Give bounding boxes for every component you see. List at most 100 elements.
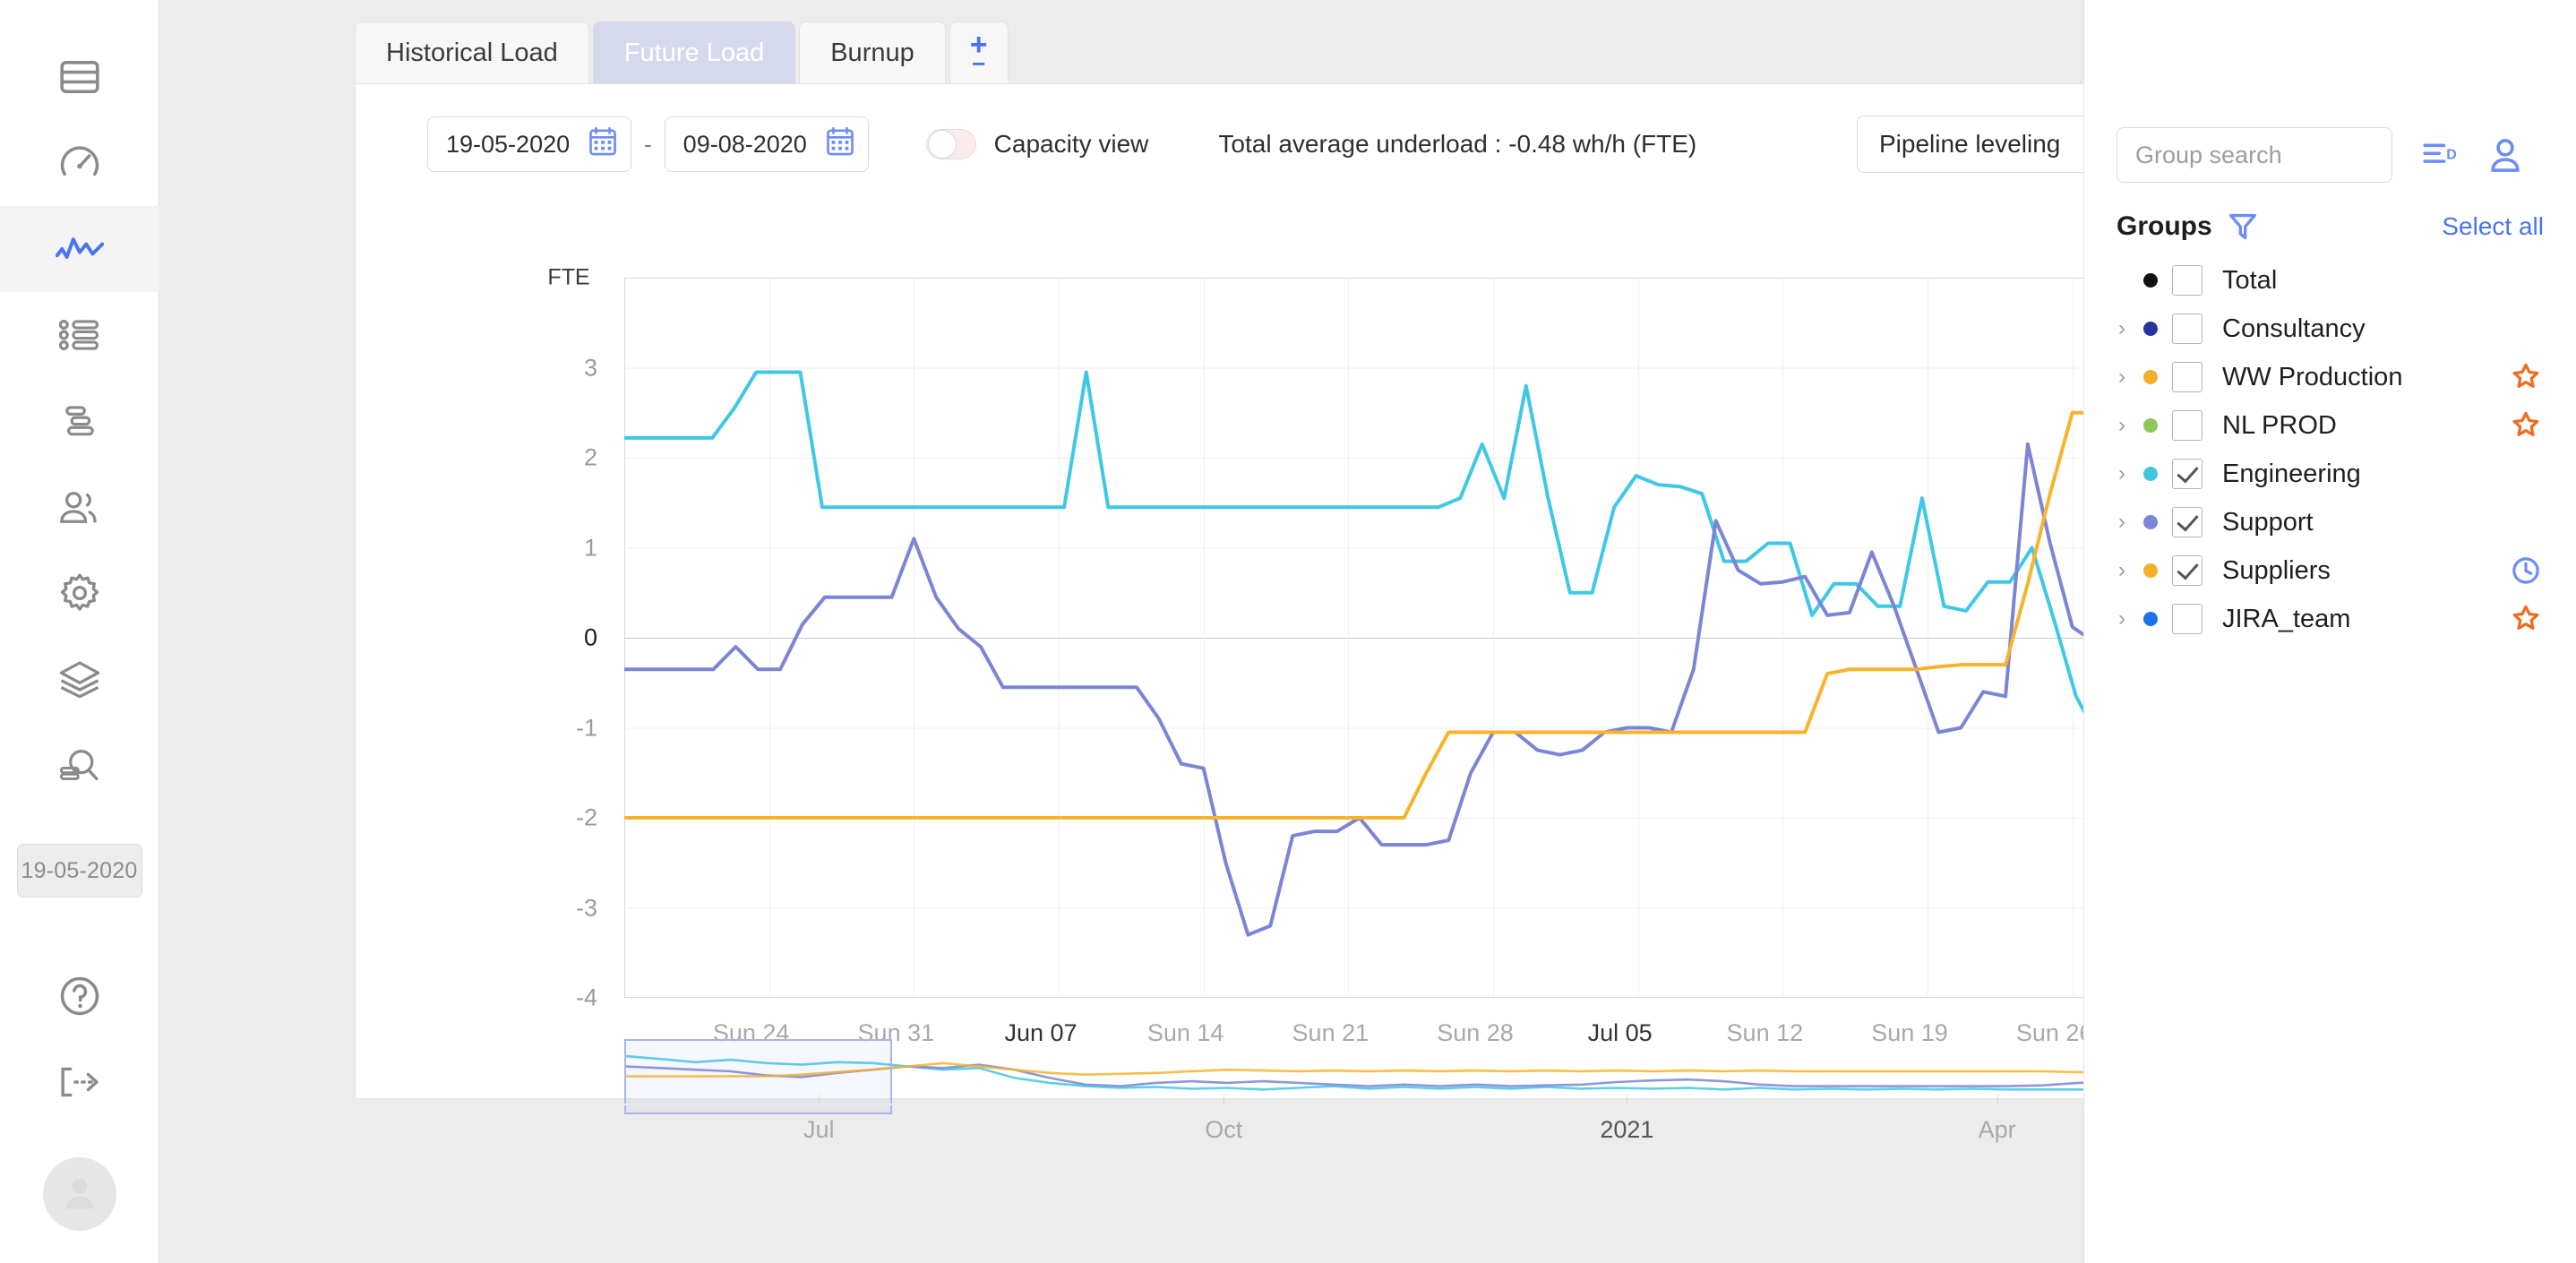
tab-burnup[interactable]: Burnup	[799, 21, 946, 84]
group-checkbox[interactable]	[2172, 362, 2202, 392]
group-label: Total	[2222, 266, 2277, 296]
group-label: WW Production	[2222, 363, 2402, 392]
star-icon[interactable]	[2512, 605, 2540, 633]
gear-icon	[59, 572, 100, 614]
expand-chevron-icon[interactable]: ›	[2109, 365, 2134, 390]
y-tick-left: 1	[490, 534, 597, 562]
y-tick-left: -1	[490, 714, 597, 742]
tab-historical-load[interactable]: Historical Load	[355, 21, 589, 84]
svg-text:D: D	[2446, 148, 2457, 163]
nav-item-layers[interactable]	[0, 636, 159, 722]
expand-chevron-icon[interactable]: ›	[2109, 316, 2134, 341]
nav-item-users[interactable]	[0, 464, 159, 550]
group-row[interactable]: Total	[2084, 256, 2576, 305]
group-by-demand-icon[interactable]: D	[2423, 141, 2459, 169]
group-row[interactable]: › Engineering	[2084, 450, 2576, 498]
table-rows-icon	[60, 61, 99, 93]
group-row[interactable]: ›Consultancy	[2084, 305, 2576, 353]
series-color-dot	[2143, 612, 2158, 626]
chart-toolbar: 19-05-2020 - 09-08-2020	[427, 116, 2206, 172]
series-color-dot	[2143, 322, 2158, 336]
x-tick: Sun 21	[1292, 1019, 1370, 1047]
expand-chevron-icon[interactable]: ›	[2109, 606, 2134, 632]
capacity-view-switch[interactable]	[926, 129, 976, 159]
y-tick-left: -4	[490, 984, 597, 1012]
group-row[interactable]: ›Support	[2084, 498, 2576, 546]
group-search-row: D	[2117, 127, 2521, 183]
group-checkbox[interactable]	[2172, 459, 2202, 489]
group-row[interactable]: ›Suppliers	[2084, 546, 2576, 595]
expand-chevron-icon[interactable]: ›	[2109, 558, 2134, 583]
y-tick-left: 0	[490, 624, 597, 652]
nav-item-gantt[interactable]	[0, 378, 159, 464]
y-tick-left: 3	[490, 354, 597, 382]
date-to-value: 09-08-2020	[683, 131, 807, 159]
data-search-icon	[58, 745, 101, 785]
date-from-input[interactable]: 19-05-2020	[427, 116, 631, 172]
underload-status: Total average underload : -0.48 wh/h (FT…	[1218, 130, 1696, 159]
nav-item-settings[interactable]	[0, 550, 159, 636]
users-icon	[58, 489, 101, 525]
date-to-input[interactable]: 09-08-2020	[665, 116, 869, 172]
group-checkbox[interactable]	[2172, 314, 2202, 344]
line-chart-icon	[56, 234, 104, 264]
group-checkbox[interactable]	[2172, 265, 2202, 296]
gantt-icon	[59, 405, 100, 437]
logout-icon	[58, 1066, 101, 1098]
navigator-tick: 2021	[1600, 1116, 1653, 1144]
navigator-tick: Oct	[1205, 1116, 1242, 1144]
navigator-tick: Jul	[803, 1116, 835, 1144]
group-checkbox[interactable]	[2172, 410, 2202, 441]
group-checkbox[interactable]	[2172, 507, 2202, 537]
series-color-dot	[2143, 515, 2158, 529]
group-checkbox[interactable]	[2172, 604, 2202, 634]
x-tick: Sun 19	[1871, 1019, 1948, 1047]
series-color-dot	[2143, 563, 2158, 578]
x-tick: Sun 28	[1437, 1019, 1514, 1047]
x-tick: Sun 14	[1147, 1019, 1224, 1047]
nav-item-table-rows[interactable]	[0, 34, 159, 120]
series-color-dot	[2143, 467, 2158, 481]
group-row[interactable]: › JIRA_team	[2084, 595, 2576, 643]
group-label: Engineering	[2222, 460, 2361, 489]
group-row[interactable]: › NL PROD	[2084, 401, 2576, 450]
add-tab-button[interactable]: +−	[949, 21, 1009, 84]
groups-header: Groups Select all	[2117, 211, 2544, 242]
clock-icon[interactable]	[2512, 556, 2540, 585]
nav-item-gauge[interactable]	[0, 120, 159, 206]
group-label: NL PROD	[2222, 411, 2337, 441]
group-search-input[interactable]	[2117, 127, 2392, 183]
funnel-icon[interactable]	[2228, 212, 2257, 241]
select-all-link[interactable]: Select all	[2442, 212, 2544, 241]
group-row[interactable]: › WW Production	[2084, 353, 2576, 401]
person-icon[interactable]	[2489, 138, 2521, 172]
leveling-value: Pipeline leveling	[1879, 130, 2060, 159]
capacity-view-toggle[interactable]: Capacity view	[926, 129, 1149, 159]
nav-item-line-chart[interactable]	[0, 206, 159, 292]
group-checkbox[interactable]	[2172, 555, 2202, 586]
nav-item-bullet-list[interactable]	[0, 292, 159, 378]
group-label: JIRA_team	[2222, 605, 2350, 634]
y-axis-title: FTE	[547, 265, 589, 291]
groups-panel: D Groups Select all Total›Consultancy›WW…	[2083, 0, 2576, 1263]
x-tick: Sun 26	[2016, 1019, 2093, 1047]
tab-future-load[interactable]: Future Load	[593, 21, 795, 84]
groups-list: Total›Consultancy›WW Production›NL PROD›…	[2084, 256, 2576, 643]
x-tick: Jul 05	[1588, 1019, 1653, 1047]
help-button[interactable]	[0, 953, 159, 1039]
expand-chevron-icon[interactable]: ›	[2109, 413, 2134, 438]
left-nav-rail: 19-05-2020	[0, 0, 159, 1263]
nav-item-data-search[interactable]	[0, 722, 159, 808]
tab-bar: Historical Load Future Load Burnup +−	[355, 21, 1009, 84]
navigator-tick-mark	[819, 1095, 820, 1104]
series-color-dot	[2143, 418, 2158, 433]
star-icon[interactable]	[2512, 411, 2540, 440]
chart-card: 19-05-2020 - 09-08-2020	[355, 83, 2243, 1099]
rail-date-badge[interactable]: 19-05-2020	[17, 844, 142, 898]
star-icon[interactable]	[2512, 363, 2540, 391]
expand-chevron-icon[interactable]: ›	[2109, 461, 2134, 486]
expand-chevron-icon[interactable]: ›	[2109, 510, 2134, 535]
avatar[interactable]	[43, 1157, 116, 1231]
y-tick-left: -2	[490, 804, 597, 832]
logout-button[interactable]	[0, 1039, 159, 1125]
